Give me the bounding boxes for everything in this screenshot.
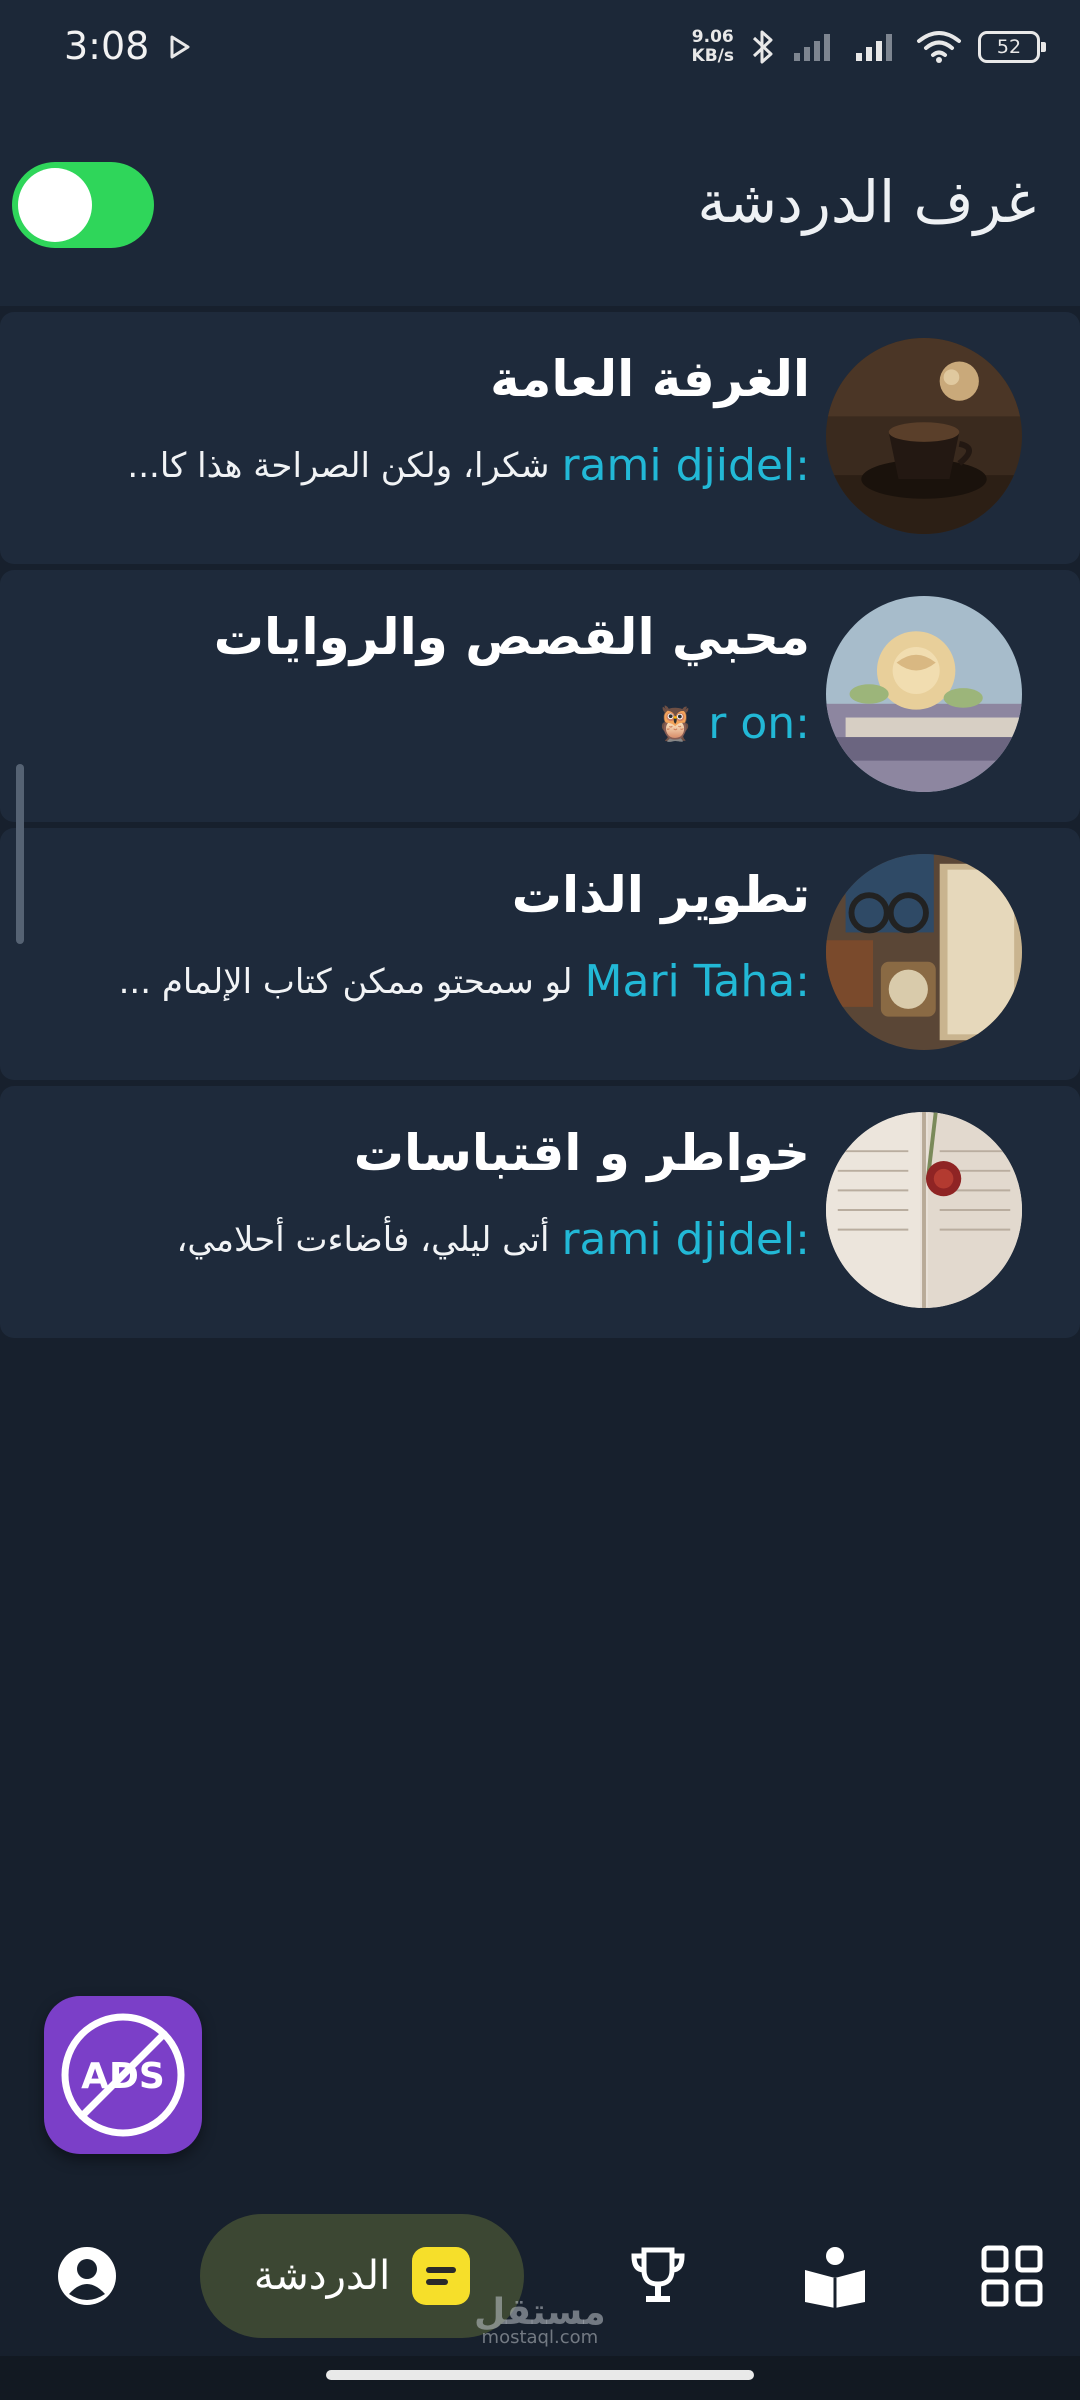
room-avatar <box>826 1112 1022 1308</box>
speed-unit: KB/s <box>691 46 734 66</box>
status-bar: 3:08 9.06 KB/s 52 <box>0 0 1080 96</box>
scrollbar[interactable] <box>16 764 24 944</box>
room-card[interactable]: الغرفة العامة rami djidel: شكرا، ولكن ال… <box>0 312 1080 564</box>
message-sender: r on: <box>708 698 810 749</box>
message-text: أتى ليلي، فأضاءت أحلامي، <box>176 1219 550 1260</box>
remove-ads-button[interactable]: ADS <box>44 1996 202 2154</box>
toggle-knob <box>18 168 92 242</box>
nav-chat-label: الدردشة <box>253 2253 391 2299</box>
message-text: 🦉 <box>653 703 697 744</box>
battery-icon: 52 <box>978 31 1046 63</box>
coffee-cup-image <box>826 338 1022 534</box>
status-time: 3:08 <box>64 24 150 68</box>
rose-book-image <box>826 596 1022 792</box>
play-icon <box>170 35 190 59</box>
room-name: الغرفة العامة <box>490 350 810 408</box>
message-sender: Mari Taha: <box>584 956 810 1007</box>
chat-icon <box>412 2247 471 2305</box>
room-last-message: rami djidel: أتى ليلي، فأضاءت أحلامي، <box>176 1214 810 1265</box>
wifi-icon <box>917 31 961 63</box>
room-card[interactable]: تطوير الذات Mari Taha: لو سمحتو ممكن كتا… <box>0 828 1080 1080</box>
ads-label: ADS <box>81 2056 165 2097</box>
room-avatar <box>826 338 1022 534</box>
room-last-message: rami djidel: شكرا، ولكن الصراحة هذا كا..… <box>127 440 810 491</box>
room-card[interactable]: خواطر و اقتباسات rami djidel: أتى ليلي، … <box>0 1086 1080 1338</box>
gesture-bar-area <box>0 2356 1080 2400</box>
profile-icon[interactable] <box>55 2244 119 2308</box>
grid-icon[interactable] <box>980 2244 1044 2308</box>
message-text: شكرا، ولكن الصراحة هذا كا... <box>127 445 550 486</box>
signal-icon <box>794 34 830 61</box>
room-last-message: r on: 🦉 <box>654 698 810 749</box>
rose-open-book-image <box>826 1112 1022 1308</box>
reading-icon[interactable] <box>803 2244 867 2308</box>
trophy-icon[interactable] <box>626 2244 690 2308</box>
room-name: محبي القصص والروايات <box>213 608 810 666</box>
page-title: غرف الدردشة <box>697 168 1036 236</box>
mode-toggle[interactable] <box>12 162 154 248</box>
room-avatar <box>826 854 1022 1050</box>
room-avatar <box>826 596 1022 792</box>
room-last-message: Mari Taha: لو سمحتو ممكن كتاب الإلمام ..… <box>119 956 810 1007</box>
status-icons: 9.06 KB/s 52 <box>692 22 1046 72</box>
watermark-latin: mostaql.com <box>481 2327 599 2348</box>
network-speed: 9.06 KB/s <box>692 28 734 66</box>
home-indicator[interactable] <box>326 2370 754 2380</box>
signal-icon <box>856 34 892 61</box>
no-ads-icon: ADS <box>61 2013 185 2137</box>
watermark: مستقل mostaql.com <box>474 2292 606 2348</box>
message-sender: rami djidel: <box>561 1214 810 1265</box>
room-card[interactable]: محبي القصص والروايات r on: 🦉 <box>0 570 1080 822</box>
room-name: خواطر و اقتباسات <box>353 1124 810 1182</box>
room-name: تطوير الذات <box>511 866 810 924</box>
message-text: لو سمحتو ممكن كتاب الإلمام ... <box>118 961 573 1002</box>
message-sender: rami djidel: <box>561 440 810 491</box>
speed-value: 9.06 <box>691 27 734 47</box>
glasses-clock-image <box>826 854 1022 1050</box>
bluetooth-icon <box>752 30 773 64</box>
